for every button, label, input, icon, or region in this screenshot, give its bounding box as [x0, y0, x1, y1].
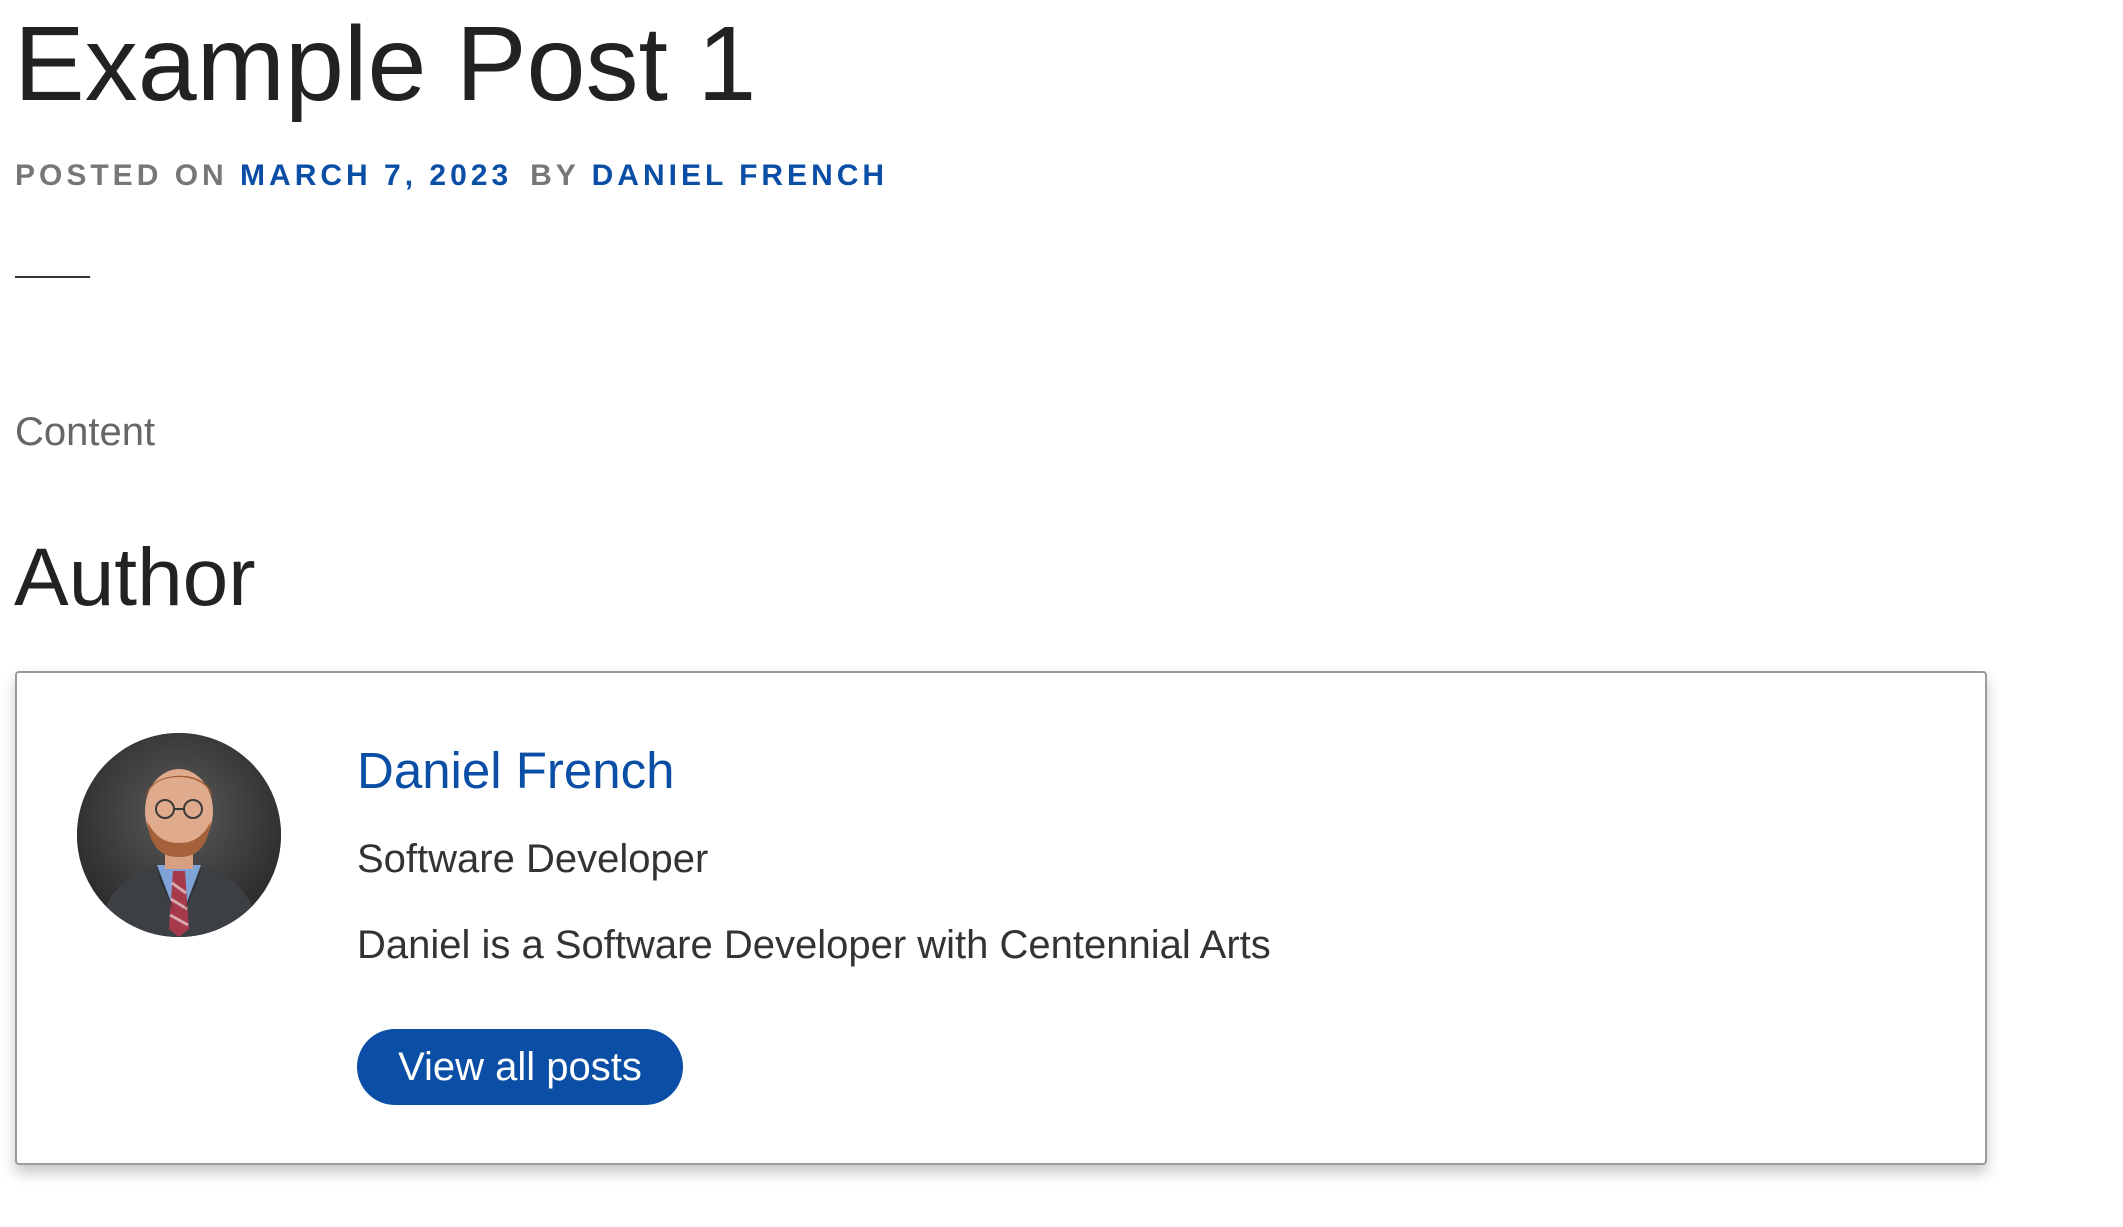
author-section-heading: Author: [14, 532, 256, 623]
author-card: Daniel French Software Developer Daniel …: [15, 671, 1987, 1165]
post-content: Content: [15, 410, 156, 454]
author-bio: Daniel is a Software Developer with Cent…: [357, 923, 1271, 967]
author-avatar-photo-icon: [77, 733, 281, 937]
post-meta: POSTED ON MARCH 7, 2023 BY DANIEL FRENCH: [15, 158, 888, 194]
avatar: [77, 733, 281, 937]
post-author-link[interactable]: DANIEL FRENCH: [592, 159, 888, 192]
post-title: Example Post 1: [14, 5, 757, 123]
title-divider: [15, 276, 90, 278]
posted-on-label: POSTED ON: [15, 159, 228, 192]
by-label: BY: [530, 159, 580, 192]
author-role: Software Developer: [357, 837, 709, 881]
author-name-link[interactable]: Daniel French: [357, 741, 674, 801]
view-all-posts-button[interactable]: View all posts: [357, 1029, 683, 1105]
post-date-link[interactable]: MARCH 7, 2023: [240, 159, 512, 192]
